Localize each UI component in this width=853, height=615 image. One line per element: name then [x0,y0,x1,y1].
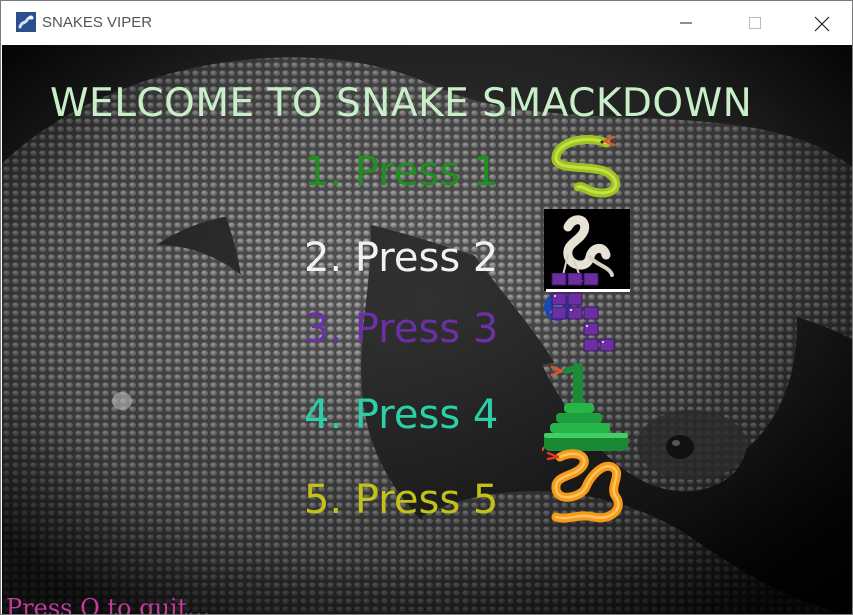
option-1-label[interactable]: 1. Press 1 [304,149,498,195]
option-2-label[interactable]: 2. Press 2 [304,235,498,281]
game-window: SNAKES VIPER WELCOME TO SNAKE SMACKDOWN … [0,0,853,615]
maximize-icon [749,17,761,29]
maximize-button[interactable] [732,1,778,45]
snake-app-icon [16,12,36,32]
minimize-icon [680,22,692,24]
close-button[interactable] [798,1,844,45]
option-4-label[interactable]: 4. Press 4 [304,392,498,438]
green-snake-icon [551,135,621,198]
quit-hint: Press Q to quit... [6,594,211,615]
window-title: SNAKES VIPER [42,14,153,31]
purple-block-snake-icon [544,273,630,352]
coiled-green-snake-icon [542,363,628,452]
option-5-label[interactable]: 5. Press 5 [304,477,498,523]
orange-snake-icon [546,449,623,523]
minimize-button[interactable] [663,1,709,45]
game-canvas[interactable]: WELCOME TO SNAKE SMACKDOWN 1. Press 1 2.… [2,45,852,615]
title-bar[interactable]: SNAKES VIPER [1,1,852,45]
welcome-heading: WELCOME TO SNAKE SMACKDOWN [50,81,753,126]
close-icon [814,16,830,32]
option-3-label[interactable]: 3. Press 3 [304,306,498,352]
